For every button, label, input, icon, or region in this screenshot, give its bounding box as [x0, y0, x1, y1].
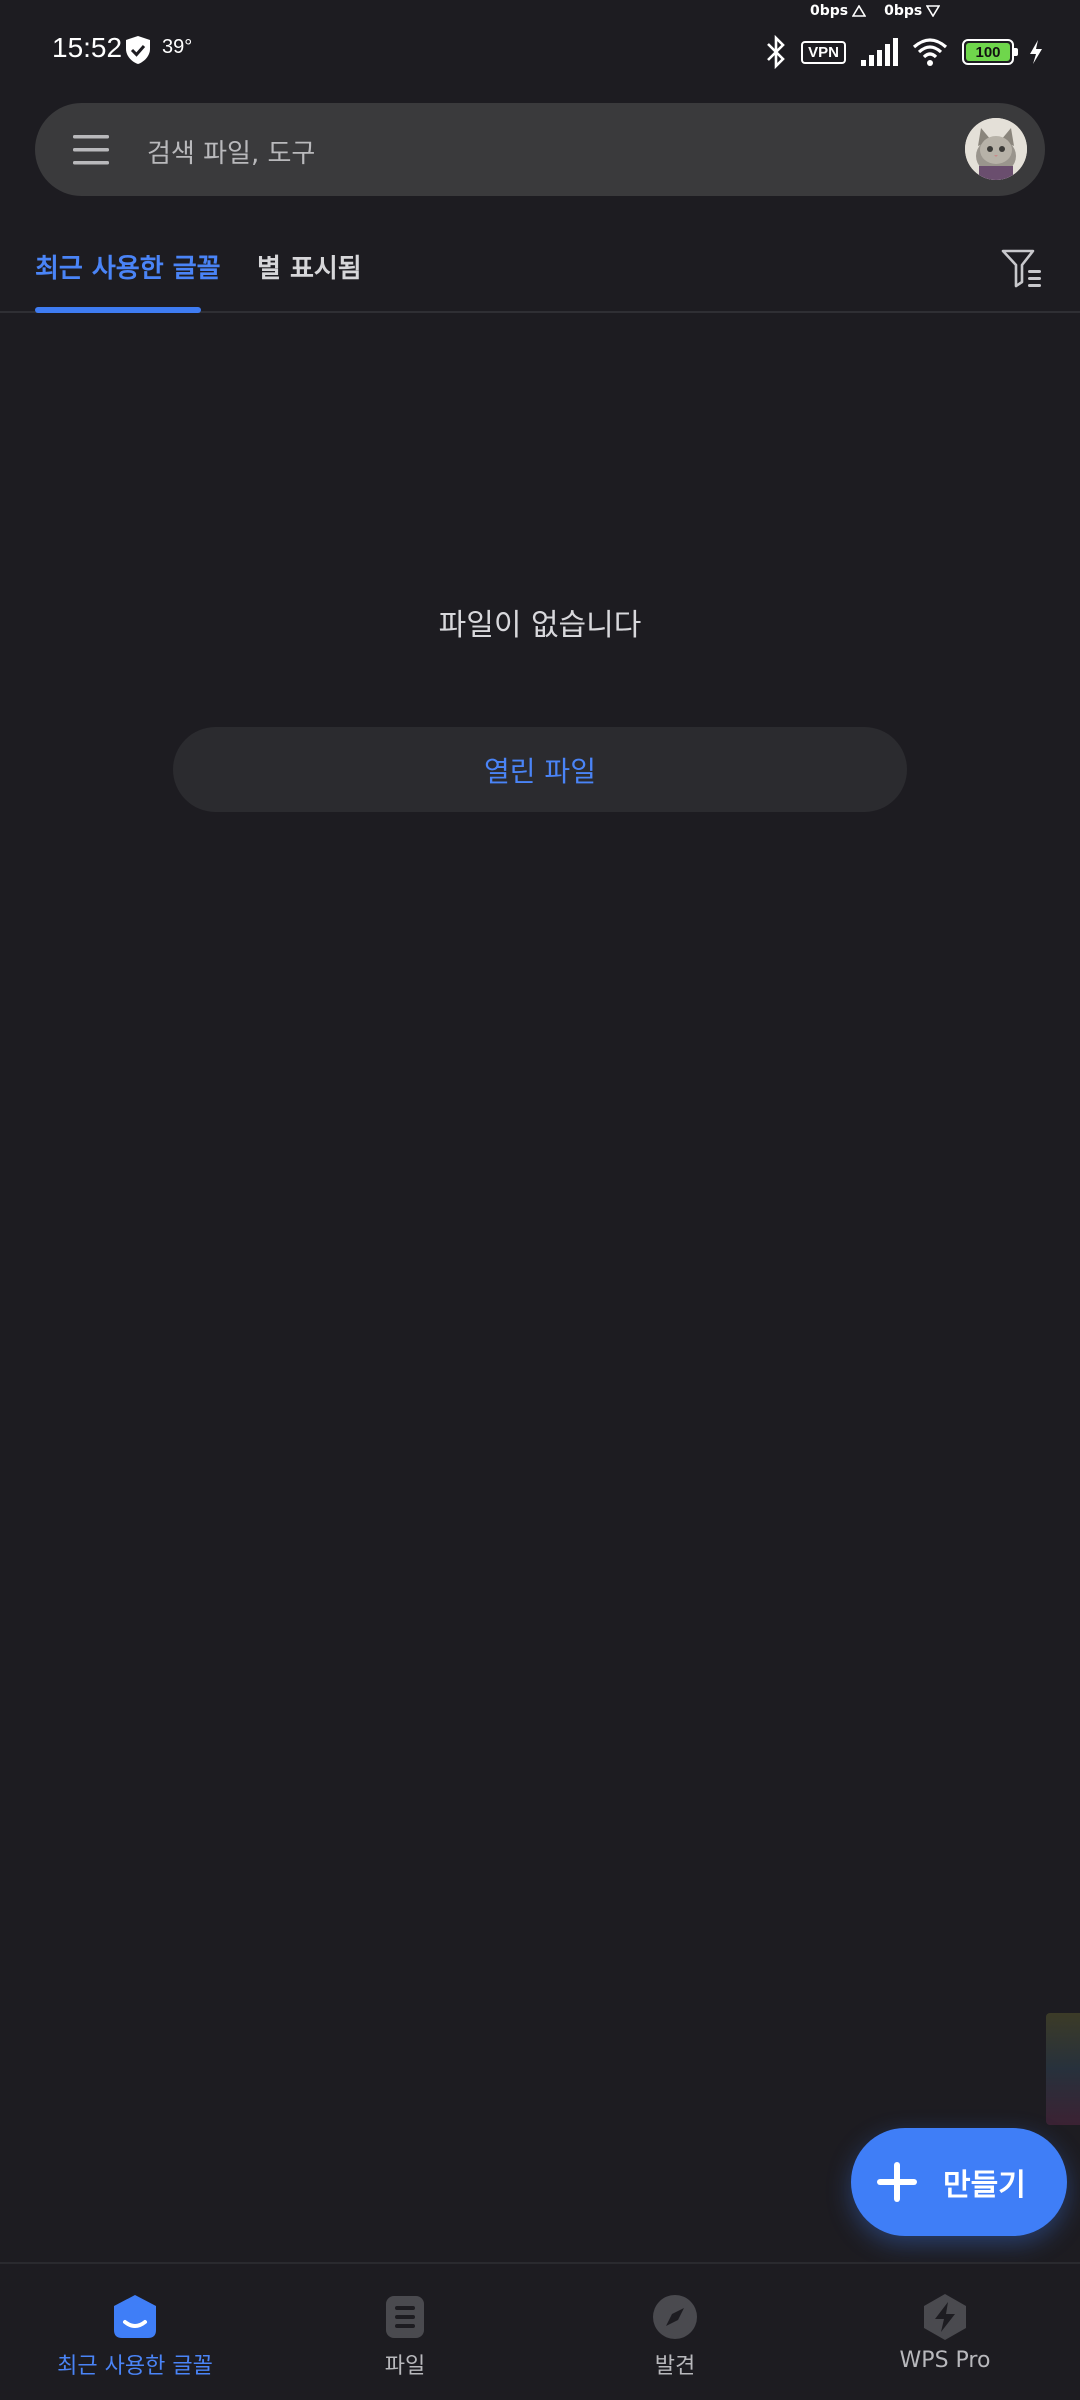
filter-icon[interactable] [1000, 246, 1044, 290]
plus-icon [877, 2162, 917, 2202]
home-icon [114, 2295, 156, 2338]
tab-bar: 최근 사용한 글꼴 별 표시됨 [0, 228, 1080, 313]
upload-speed-value: 0bps [810, 3, 849, 19]
open-file-button[interactable]: 열린 파일 [173, 727, 907, 812]
battery-level: 100 [966, 43, 1010, 61]
charging-icon [1030, 40, 1042, 64]
download-speed-value: 0bps [884, 3, 923, 19]
file-list-icon [386, 2296, 424, 2338]
wifi-icon [912, 38, 948, 66]
cat-avatar-icon [965, 118, 1027, 180]
download-triangle-icon [926, 5, 941, 17]
lightning-icon [924, 2294, 966, 2340]
edge-panel-handle[interactable] [1046, 2013, 1080, 2125]
upload-triangle-icon [852, 5, 867, 17]
tab-starred[interactable]: 별 표시됨 [257, 248, 362, 285]
tab-recent[interactable]: 최근 사용한 글꼴 [35, 248, 221, 285]
nav-item-discover[interactable]: 발견 [540, 2292, 810, 2380]
bottom-nav: 최근 사용한 글꼴 파일 발견 WPS Pro [0, 2262, 1080, 2400]
active-tab-indicator [35, 307, 201, 313]
network-speed: 0bps 0bps [810, 0, 941, 22]
search-bar[interactable]: 검색 파일, 도구 [35, 103, 1045, 196]
clock: 15:52 [52, 32, 123, 63]
vpn-badge: VPN [801, 40, 846, 64]
empty-state-message: 파일이 없습니다 [438, 608, 642, 643]
temperature: 39° [162, 36, 193, 58]
status-icons: VPN 100 [765, 32, 1044, 72]
battery-icon: 100 [962, 39, 1018, 65]
nav-label-recent: 최근 사용한 글꼴 [57, 2354, 213, 2379]
compass-icon [653, 2295, 697, 2339]
avatar[interactable] [965, 118, 1027, 180]
nav-label-wps-pro: WPS Pro [899, 2348, 991, 2373]
nav-label-discover: 발견 [654, 2354, 696, 2379]
upload-speed: 0bps [810, 0, 867, 22]
create-button-label: 만들기 [943, 2168, 1026, 2203]
app-screen: 0bps 0bps 15:52 39° VPN 100 검색 파일, 도구 최근… [0, 0, 1080, 2400]
nav-label-files: 파일 [384, 2354, 426, 2379]
search-input[interactable]: 검색 파일, 도구 [147, 133, 315, 170]
nav-item-files[interactable]: 파일 [270, 2292, 540, 2380]
create-button[interactable]: 만들기 [851, 2128, 1067, 2236]
menu-icon[interactable] [71, 130, 111, 170]
shield-check-icon [126, 36, 150, 64]
nav-item-recent[interactable]: 최근 사용한 글꼴 [0, 2292, 270, 2380]
open-file-label: 열린 파일 [484, 754, 596, 788]
status-bar: 0bps 0bps 15:52 39° VPN 100 [0, 0, 1080, 100]
signal-icon [861, 38, 898, 66]
download-speed: 0bps [884, 0, 941, 22]
bluetooth-icon [767, 35, 785, 69]
nav-item-wps-pro[interactable]: WPS Pro [810, 2292, 1080, 2373]
